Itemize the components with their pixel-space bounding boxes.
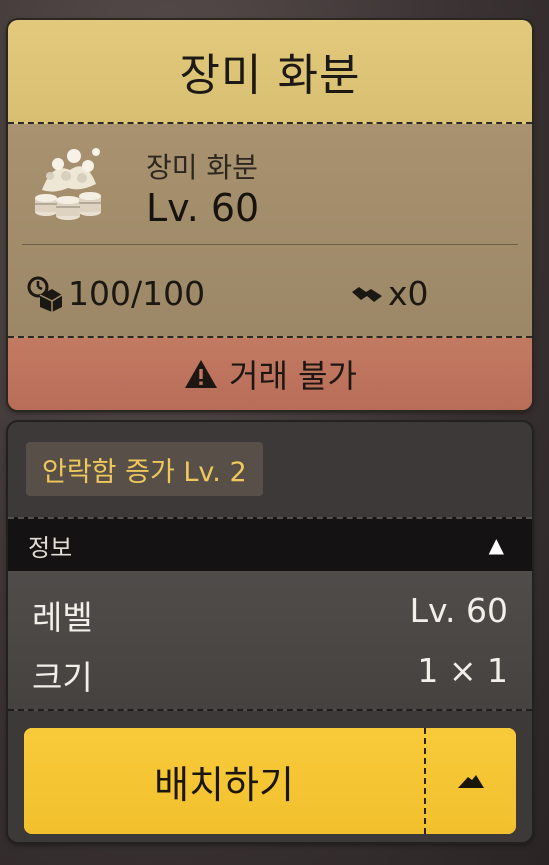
durability-icon (27, 276, 63, 312)
item-name: 장미 화분 (146, 151, 258, 184)
trade-status-text: 거래 불가 (229, 357, 357, 395)
size-value: 1 × 1 (417, 651, 508, 690)
handshake-icon (352, 286, 382, 302)
durability-stat: 100/100 (26, 274, 205, 313)
level-value: Lv. 60 (409, 591, 508, 630)
warning-icon (185, 360, 218, 388)
item-title-bar: 장미 화분 (8, 20, 532, 124)
place-button[interactable]: 배치하기 (24, 728, 426, 834)
info-rows: 레벨 Lv. 60 크기 1 × 1 (8, 571, 532, 711)
handshake-stat: x0 (350, 274, 429, 313)
divider (22, 244, 518, 245)
mound-up-icon (458, 775, 484, 788)
info-row-size: 크기 1 × 1 (32, 651, 508, 699)
durability-value: 100/100 (68, 274, 206, 313)
item-details: 장미 화분 Lv. 60 100/100 x0 (8, 124, 532, 338)
collapse-up-icon[interactable]: ▲ (489, 533, 504, 557)
info-section-title: 정보 (28, 533, 73, 562)
rose-pot-icon (35, 148, 101, 220)
more-options-button[interactable] (426, 728, 516, 834)
item-title: 장미 화분 (179, 50, 361, 101)
item-level: Lv. 60 (146, 186, 260, 230)
comfort-buff-badge: 안락함 증가 Lv. 2 (26, 442, 263, 496)
info-panel: 안락함 증가 Lv. 2 정보 ▲ 레벨 Lv. 60 크기 1 × 1 배치하… (8, 422, 532, 842)
trade-status-bar: 거래 불가 (8, 338, 532, 410)
action-bar: 배치하기 (24, 728, 516, 834)
item-card: 장미 화분 장미 화분 Lv. 60 100/100 x0 거래 불가 (8, 20, 532, 410)
info-section-header[interactable]: 정보 ▲ (8, 517, 532, 571)
size-label: 크기 (32, 658, 93, 697)
level-label: 레벨 (32, 598, 93, 637)
info-row-level: 레벨 Lv. 60 (32, 591, 508, 639)
handshake-count: x0 (388, 274, 429, 313)
